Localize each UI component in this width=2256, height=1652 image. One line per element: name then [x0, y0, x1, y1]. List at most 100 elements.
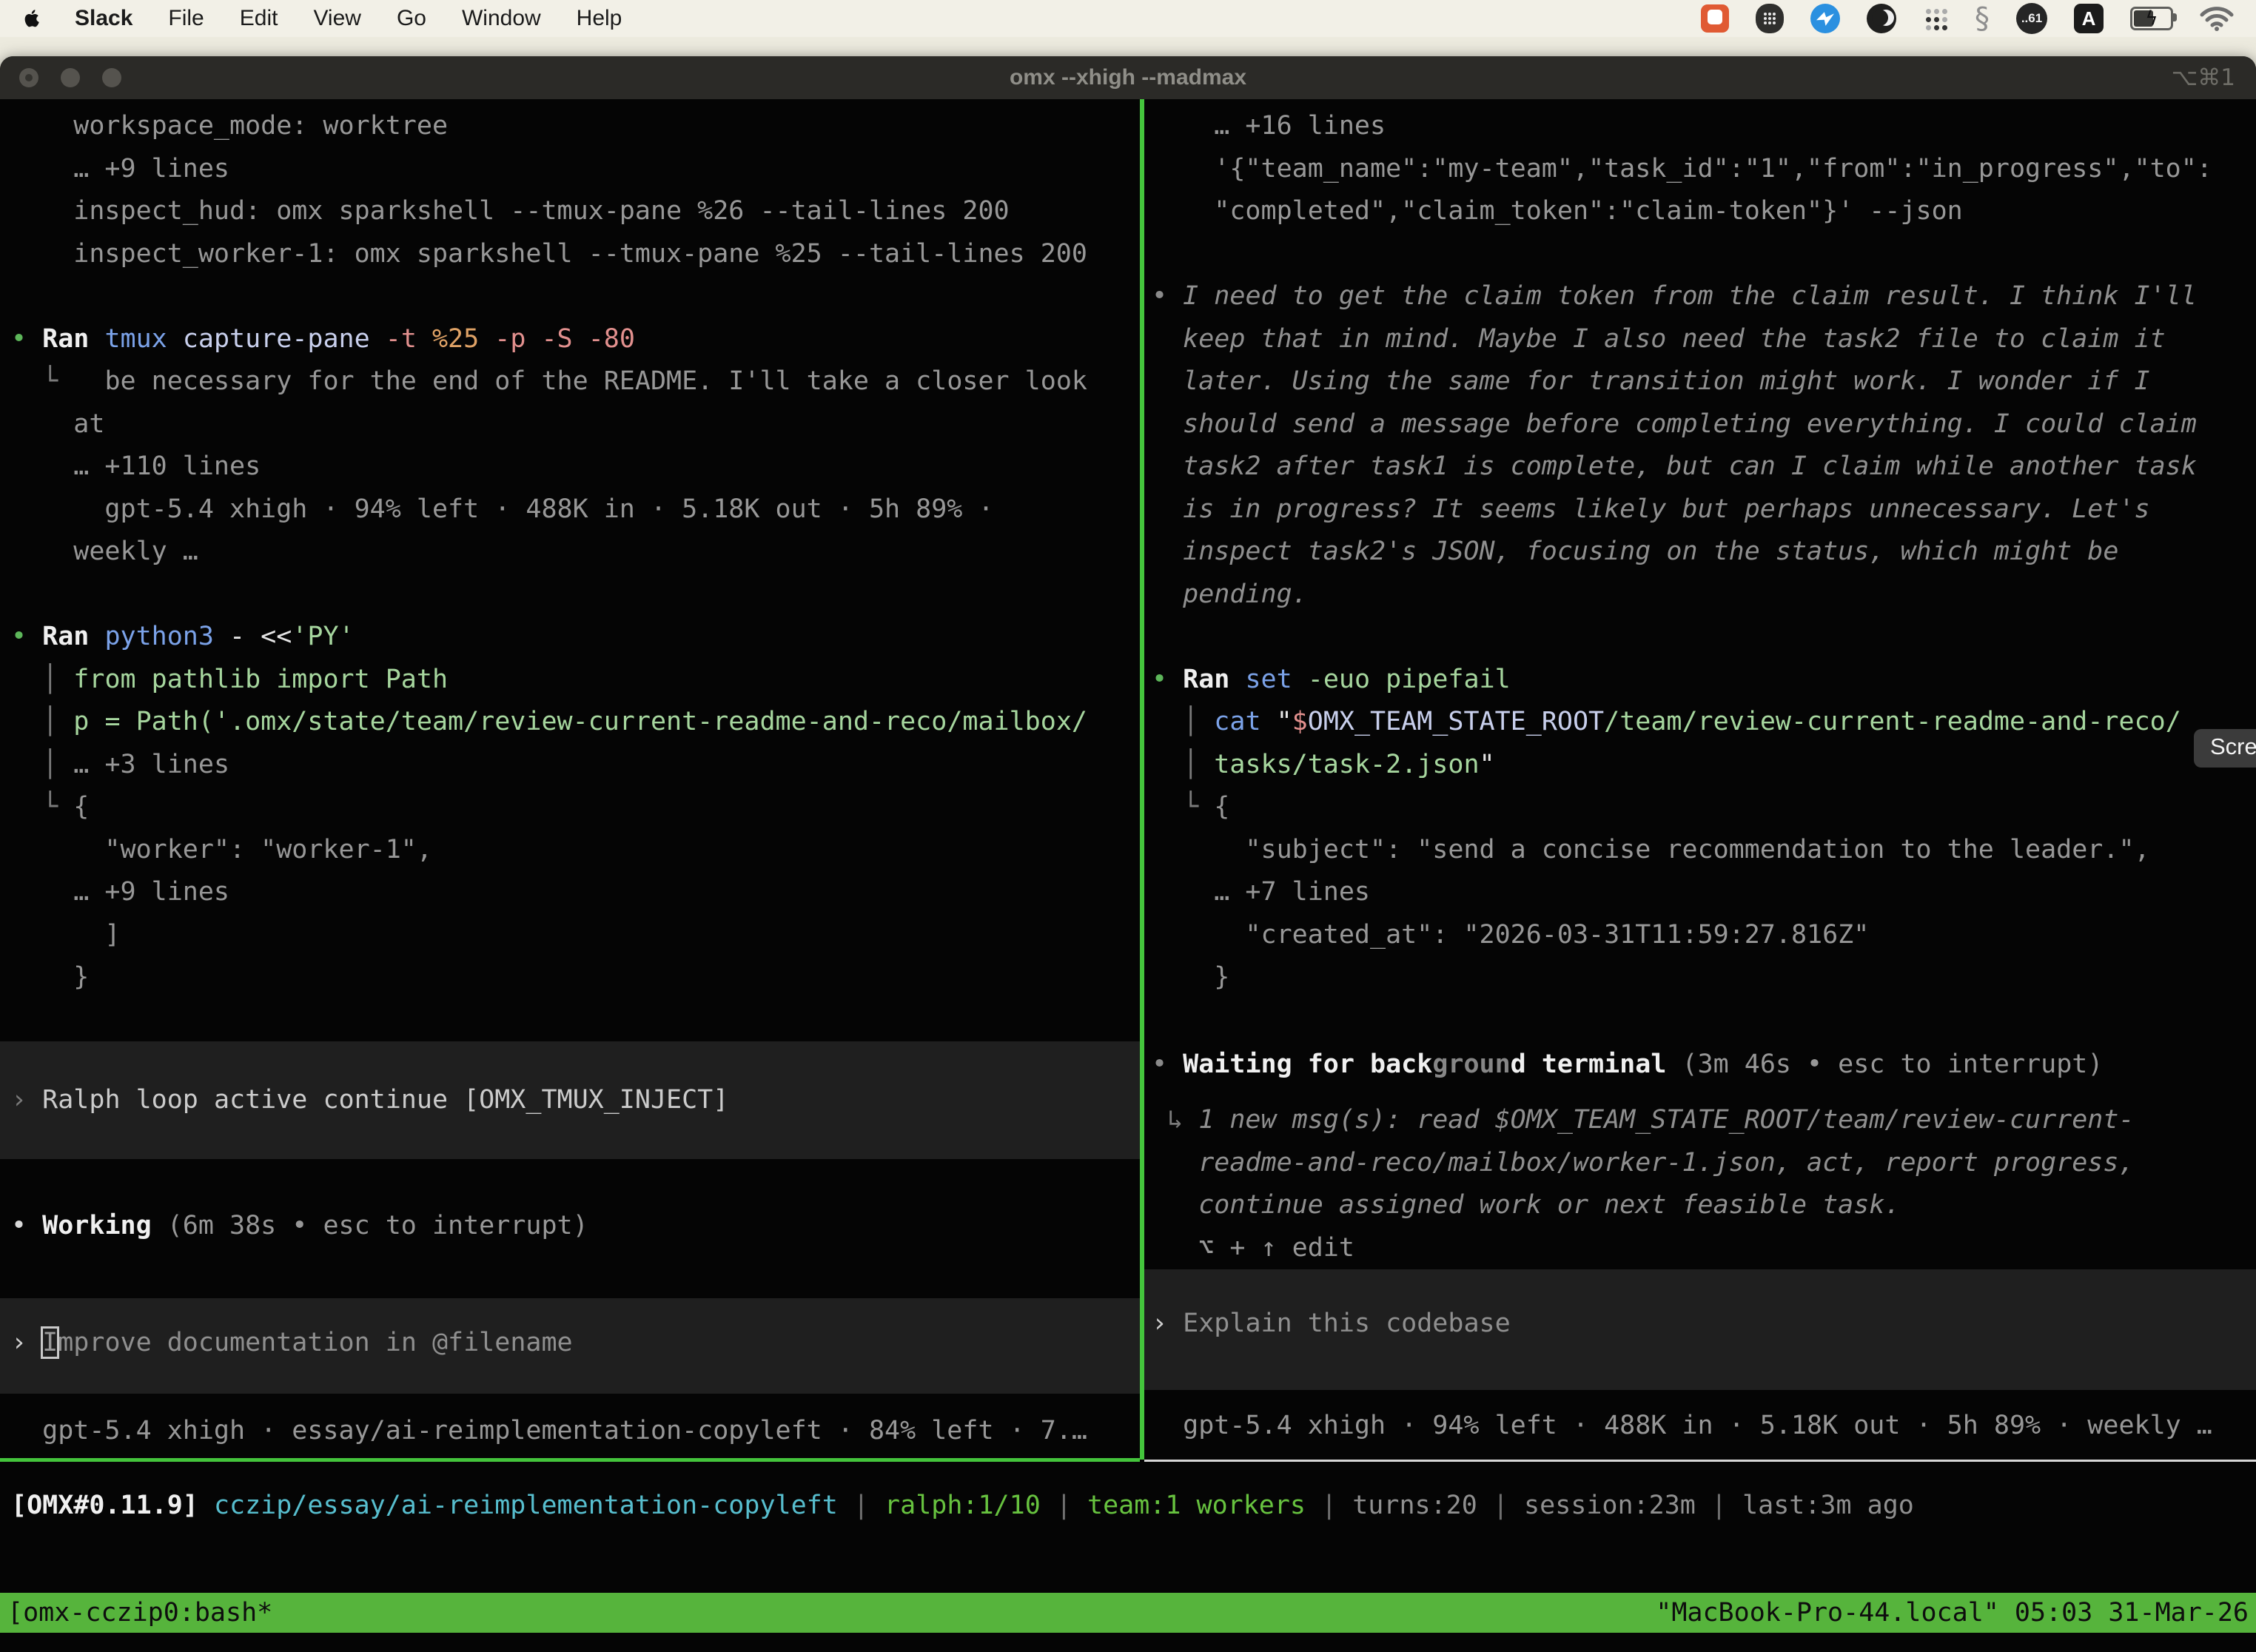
terminal-line: pending. — [1144, 574, 2256, 617]
terminal-line: gpt-5.4 xhigh · 94% left · 488K in · 5.1… — [1144, 1405, 2256, 1448]
left-prompt-input[interactable]: › Improve documentation in @filename — [0, 1298, 1140, 1394]
terminal-line: └ { — [1144, 786, 2256, 829]
tmux-host-clock: "MacBook-Pro-44.local" 05:03 31-Mar-26 — [1656, 1593, 2249, 1633]
input-source-icon[interactable]: A — [2074, 4, 2104, 33]
messenger-icon[interactable] — [1810, 4, 1840, 33]
terminal-line: "subject": "send a concise recommendatio… — [1144, 829, 2256, 872]
terminal-line: should send a message before completing … — [1144, 403, 2256, 446]
menu-item-edit[interactable]: Edit — [240, 6, 278, 31]
terminal-line: "worker": "worker-1", — [0, 829, 1140, 872]
keypad-icon[interactable] — [1756, 4, 1784, 33]
menu-item-help[interactable]: Help — [577, 6, 622, 31]
terminal-line: '{"team_name":"my-team","task_id":"1","f… — [1144, 148, 2256, 191]
terminal-line: … +9 lines — [0, 148, 1140, 191]
terminal-line: task2 after task1 is complete, but can I… — [1144, 446, 2256, 488]
terminal-line: weekly … — [0, 531, 1140, 574]
terminal-line: later. Using the same for transition mig… — [1144, 360, 2256, 403]
dots-grid-icon[interactable] — [1923, 6, 1948, 31]
left-scrollback: workspace_mode: worktree … +9 lines insp… — [0, 105, 1140, 999]
menu-item-go[interactable]: Go — [397, 6, 426, 31]
left-working-status: • Working (6m 38s • esc to interrupt) — [0, 1205, 1140, 1248]
right-scrollback: … +16 lines '{"team_name":"my-team","tas… — [1144, 105, 2256, 999]
terminal-line: • Working (6m 38s • esc to interrupt) — [0, 1205, 1140, 1248]
menu-item-file[interactable]: File — [168, 6, 204, 31]
terminal-line: workspace_mode: worktree — [0, 105, 1140, 148]
terminal-line: › Ralph loop active continue [OMX_TMUX_I… — [0, 1079, 1140, 1122]
right-prompt-input[interactable]: › Explain this codebase — [1144, 1269, 2256, 1390]
terminal-line: │ from pathlib import Path — [0, 659, 1140, 702]
screen-recording-icon[interactable] — [1701, 4, 1729, 33]
terminal-line: readme-and-reco/mailbox/worker-1.json, a… — [1144, 1142, 2256, 1185]
terminal-line — [0, 574, 1140, 617]
terminal-line: • I need to get the claim token from the… — [1144, 275, 2256, 318]
squiggle-icon[interactable]: § — [1975, 4, 1990, 33]
terminal-line: › Improve documentation in @filename — [0, 1322, 1140, 1365]
terminal-line: └ be necessary for the end of the README… — [0, 360, 1140, 403]
menu-bar-status-area: § ..61 A ϟ — [1701, 3, 2234, 34]
terminal-line: … +7 lines — [1144, 871, 2256, 914]
terminal-line: } — [1144, 956, 2256, 999]
terminal-line: continue assigned work or next feasible … — [1144, 1184, 2256, 1227]
window-title: omx --xhigh --madmax — [0, 56, 2256, 99]
menu-item-slack[interactable]: Slack — [75, 6, 132, 31]
right-pane-bottom-border — [1144, 1460, 2256, 1462]
terminal-line: [OMX#0.11.9] cczip/essay/ai-reimplementa… — [0, 1485, 2256, 1528]
terminal-line: │ tasks/task-2.json" — [1144, 744, 2256, 787]
title-bar[interactable]: omx --xhigh --madmax ⌥⌘1 — [0, 56, 2256, 99]
right-mailbox-note: ↳ 1 new msg(s): read $OMX_TEAM_STATE_ROO… — [1144, 1099, 2256, 1269]
menu-item-window[interactable]: Window — [462, 6, 541, 31]
terminal-line: gpt-5.4 xhigh · 94% left · 488K in · 5.1… — [0, 488, 1140, 531]
wifi-icon[interactable] — [2200, 5, 2234, 32]
terminal-line: │ … +3 lines — [0, 744, 1140, 787]
terminal-line: • Ran tmux capture-pane -t %25 -p -S -80 — [0, 318, 1140, 361]
left-pane: workspace_mode: worktree … +9 lines insp… — [0, 99, 1140, 1453]
left-pane-bottom-border — [0, 1458, 1140, 1462]
terminal-line — [1144, 616, 2256, 659]
tmux-status-bar: [omx-cczip0:bash* "MacBook-Pro-44.local"… — [0, 1593, 2256, 1633]
terminal-line: keep that in mind. Maybe I also need the… — [1144, 318, 2256, 361]
terminal-line: ] — [0, 914, 1140, 957]
crescent-app-icon[interactable] — [1867, 4, 1896, 33]
terminal-line: • Waiting for background terminal (3m 46… — [1144, 1044, 2256, 1087]
terminal-line: inspect_worker-1: omx sparkshell --tmux-… — [0, 233, 1140, 276]
terminal-window: omx --xhigh --madmax ⌥⌘1 workspace_mode:… — [0, 56, 2256, 1652]
terminal-line: … +16 lines — [1144, 105, 2256, 148]
tooltip-text: Scre — [2210, 733, 2256, 759]
battery-icon[interactable]: ϟ — [2130, 7, 2173, 30]
menu-bar: Slack File Edit View Go Window Help § ..… — [0, 0, 2256, 37]
terminal-line: … +110 lines — [0, 446, 1140, 488]
terminal-line: • Ran python3 - <<'PY' — [0, 616, 1140, 659]
terminal-line: │ cat "$OMX_TEAM_STATE_ROOT/team/review-… — [1144, 701, 2256, 744]
terminal-line: inspect_hud: omx sparkshell --tmux-pane … — [0, 190, 1140, 233]
right-waiting-status: • Waiting for background terminal (3m 46… — [1144, 1044, 2256, 1087]
terminal-line: inspect task2's JSON, focusing on the st… — [1144, 531, 2256, 574]
terminal-line: • Ran set -euo pipefail — [1144, 659, 2256, 702]
terminal-line: gpt-5.4 xhigh · essay/ai-reimplementatio… — [0, 1410, 1140, 1453]
omx-status-line: [OMX#0.11.9] cczip/essay/ai-reimplementa… — [0, 1485, 2256, 1528]
usage-badge-icon[interactable]: ..61 — [2016, 3, 2047, 34]
apple-menu-icon[interactable] — [22, 7, 42, 30]
tmux-session-label[interactable]: [omx-cczip0:bash* — [7, 1593, 272, 1633]
terminal-line: └ { — [0, 786, 1140, 829]
terminal-line — [0, 275, 1140, 318]
window-shortcut: ⌥⌘1 — [2172, 56, 2235, 99]
terminal-line: at — [0, 403, 1140, 446]
left-model-statusline: gpt-5.4 xhigh · essay/ai-reimplementatio… — [0, 1410, 1140, 1453]
terminal-line: │ p = Path('.omx/state/team/review-curre… — [0, 701, 1140, 744]
terminal-line: ⌥ + ↑ edit — [1144, 1227, 2256, 1270]
right-pane: … +16 lines '{"team_name":"my-team","tas… — [1144, 99, 2256, 1447]
terminal-line: is in progress? It seems likely but perh… — [1144, 488, 2256, 531]
terminal-content: workspace_mode: worktree … +9 lines insp… — [0, 99, 2256, 1652]
ralph-loop-banner: › Ralph loop active continue [OMX_TMUX_I… — [0, 1041, 1140, 1160]
terminal-line — [1144, 233, 2256, 276]
terminal-line: ↳ 1 new msg(s): read $OMX_TEAM_STATE_ROO… — [1144, 1099, 2256, 1142]
terminal-line: "created_at": "2026-03-31T11:59:27.816Z" — [1144, 914, 2256, 957]
terminal-line: › Explain this codebase — [1144, 1303, 2256, 1346]
tooltip: Scre — [2194, 729, 2256, 768]
desktop: Slack File Edit View Go Window Help § ..… — [0, 0, 2256, 1652]
terminal-line: … +9 lines — [0, 871, 1140, 914]
terminal-line: } — [0, 956, 1140, 999]
terminal-line: "completed","claim_token":"claim-token"}… — [1144, 190, 2256, 233]
menu-item-view[interactable]: View — [313, 6, 360, 31]
right-model-statusline: gpt-5.4 xhigh · 94% left · 488K in · 5.1… — [1144, 1405, 2256, 1448]
